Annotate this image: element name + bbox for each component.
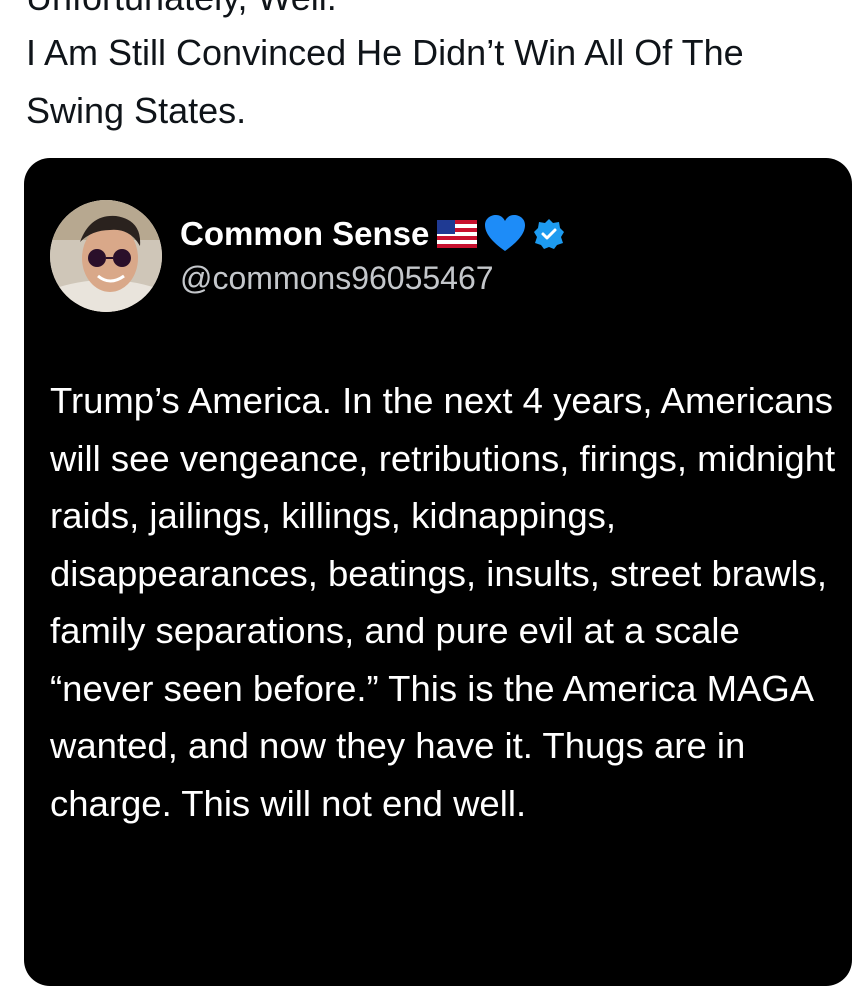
us-flag-icon — [437, 220, 478, 248]
tweet-text: Trump’s America. In the next 4 years, Am… — [50, 380, 836, 824]
quoted-tweet-card[interactable]: Common Sense @commons96055467 Trump’s Am… — [24, 158, 852, 986]
verified-badge-icon — [533, 218, 565, 250]
avatar-photo-icon — [50, 200, 162, 312]
cropped-previous-line: Unfortunately, Well. — [26, 0, 337, 18]
blue-heart-icon — [485, 215, 526, 253]
author-row: Common Sense — [180, 214, 565, 254]
author-handle[interactable]: @commons96055467 — [180, 258, 494, 298]
post-caption: I Am Still Convinced He Didn’t Win All O… — [26, 32, 744, 131]
author-name[interactable]: Common Sense — [180, 214, 429, 254]
avatar[interactable] — [50, 200, 162, 312]
